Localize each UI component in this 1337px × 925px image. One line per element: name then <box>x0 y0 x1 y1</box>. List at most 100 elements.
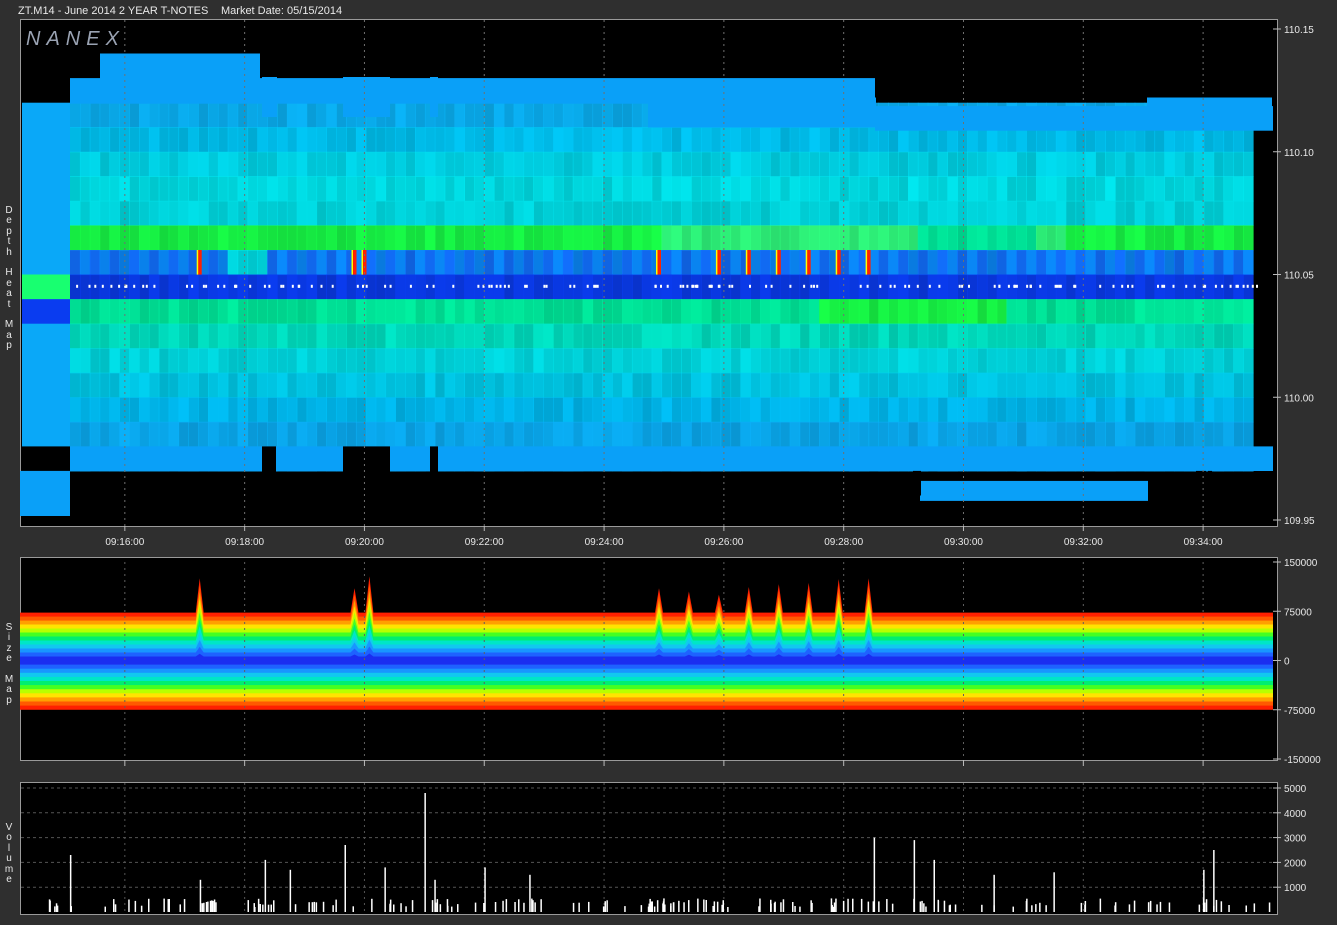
heat-cell <box>661 127 672 153</box>
heat-cell <box>1124 225 1136 251</box>
heat-cell <box>1164 372 1175 398</box>
heat-cell <box>424 421 436 447</box>
heat-cell <box>1164 348 1175 374</box>
heat-cell <box>1095 250 1106 276</box>
heat-cell <box>395 421 406 447</box>
heat-cell <box>513 200 525 226</box>
heat-cell <box>198 397 209 423</box>
heat-cell <box>1144 200 1156 226</box>
volume-bar <box>203 902 205 912</box>
volume-bar <box>183 899 186 912</box>
volume-bar <box>891 903 894 912</box>
heat-cell <box>227 127 239 153</box>
heat-cell <box>1046 250 1057 276</box>
heat-cell <box>178 323 189 349</box>
heat-cell <box>622 299 633 325</box>
heat-cell <box>119 127 130 153</box>
heat-cell <box>139 323 150 349</box>
heat-cell <box>622 200 633 226</box>
volume-bar <box>842 900 845 912</box>
volume-bar <box>835 898 837 912</box>
volume-bar <box>54 906 56 912</box>
heat-cell <box>908 127 919 153</box>
heat-cell <box>1174 348 1185 374</box>
heat-cell <box>336 299 347 325</box>
heat-cell <box>838 372 850 398</box>
heat-cell <box>89 348 101 374</box>
heat-cell <box>562 299 574 325</box>
heat-cell <box>395 176 406 202</box>
heat-cell <box>1026 176 1037 202</box>
heat-cell <box>1105 127 1116 153</box>
heat-cell <box>1016 323 1027 349</box>
heat-cell <box>1233 372 1244 398</box>
heat-cell <box>267 299 278 325</box>
heat-cell <box>444 372 456 398</box>
heat-hot-spike <box>836 250 841 275</box>
trade-dot <box>365 284 368 288</box>
heat-cell <box>562 421 574 447</box>
heat-cell <box>454 421 465 447</box>
heat-cell <box>977 151 988 177</box>
heat-cell <box>247 250 258 276</box>
heat-cell <box>720 348 732 374</box>
heat-cell <box>208 299 219 325</box>
heat-cell <box>257 250 268 276</box>
trade-dot <box>1172 284 1175 288</box>
heat-cell <box>99 176 111 202</box>
heat-cell <box>513 348 525 374</box>
volume-bar <box>1099 898 1102 912</box>
heat-cell <box>572 151 584 177</box>
volume-bar <box>782 899 785 912</box>
heat-cell <box>168 299 180 325</box>
heat-cell <box>533 200 544 226</box>
volume-bar <box>389 905 391 912</box>
heat-cell <box>671 348 682 374</box>
heat-cell <box>1174 299 1185 325</box>
heat-cell <box>819 250 830 276</box>
volume-bar <box>104 906 106 912</box>
heat-cell <box>262 77 277 117</box>
heat-cell <box>139 372 150 398</box>
heat-cell <box>444 200 456 226</box>
heat-cell <box>454 250 465 276</box>
heat-cell <box>1046 200 1057 226</box>
heat-cell <box>681 200 692 226</box>
heat-cell <box>385 372 396 398</box>
heat-cell <box>1085 372 1096 398</box>
heat-cell <box>208 323 219 349</box>
heat-cell <box>277 348 288 374</box>
heat-cell <box>760 225 771 251</box>
heat-gap <box>1196 470 1206 496</box>
volume-bar <box>1268 902 1271 912</box>
heat-cell <box>848 151 860 177</box>
heat-cell <box>868 200 879 226</box>
heat-cell <box>346 274 357 300</box>
heat-cell <box>1233 127 1244 153</box>
heat-cell <box>809 421 820 447</box>
heat-cell <box>1223 421 1234 447</box>
heat-cell <box>789 250 801 276</box>
heat-cell <box>691 151 702 177</box>
heat-cell <box>848 397 860 423</box>
heat-cell <box>464 176 475 202</box>
heat-cell <box>1055 299 1067 325</box>
heat-cell <box>829 397 840 423</box>
volume-bar <box>1228 905 1230 912</box>
trade-dot <box>282 284 285 288</box>
heat-cell <box>740 421 751 447</box>
heat-cell <box>395 372 406 398</box>
heat-cell <box>1095 127 1106 153</box>
heat-cell <box>691 299 702 325</box>
heat-cell <box>651 151 663 177</box>
heat-cell <box>474 176 485 202</box>
heat-cell <box>129 127 140 153</box>
heat-cell <box>326 151 337 177</box>
heat-cell <box>661 348 672 374</box>
trade-dot <box>654 284 657 288</box>
heat-cell <box>622 250 633 276</box>
volume-bar <box>716 901 719 912</box>
volume-bar <box>393 904 395 912</box>
heat-cell <box>612 127 623 153</box>
heat-cell <box>1036 421 1047 447</box>
